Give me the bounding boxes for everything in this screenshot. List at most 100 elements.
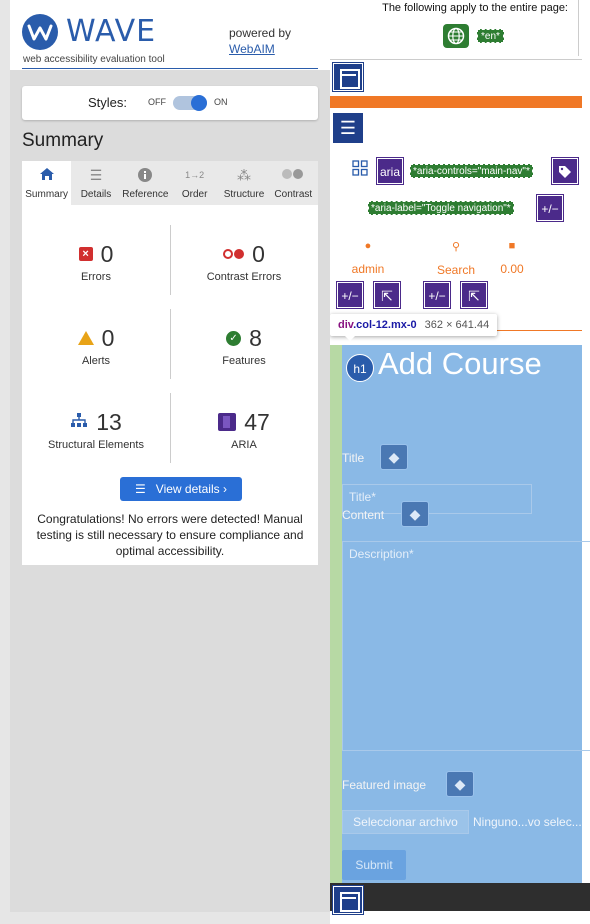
tab-label: Details (80, 189, 112, 200)
errors-count: 0 (100, 240, 114, 267)
structural-label: Structural Elements (48, 439, 144, 451)
orange-divider (496, 330, 582, 331)
nav-admin-link[interactable]: ● admin (346, 240, 390, 276)
page-footer (330, 883, 590, 911)
page-divider (330, 59, 582, 60)
error-icon: × (78, 247, 93, 261)
header-divider (22, 68, 318, 69)
expand-collapse-icon[interactable]: +/− (424, 282, 450, 308)
list-icon: ☰ (89, 167, 103, 183)
styles-toggle[interactable] (173, 95, 207, 111)
toggle-knob (191, 95, 207, 111)
tab-order[interactable]: 1→2 Order (170, 161, 219, 205)
highlight-padding (330, 345, 342, 883)
submit-button[interactable]: Submit (342, 850, 406, 880)
list-icon: ☰ (135, 482, 146, 496)
nav-cart-link[interactable]: ■ 0.00 (492, 240, 532, 276)
cart-icon: ■ (508, 240, 516, 252)
expand-collapse-icon[interactable]: +/− (537, 195, 563, 221)
tab-label: Order (181, 189, 208, 200)
page-heading: Add Course (378, 346, 542, 381)
nav-search-link[interactable]: ⚲ Search (434, 240, 478, 277)
tab-label: Structure (223, 189, 265, 200)
tab-reference[interactable]: Reference (121, 161, 170, 205)
description-textarea[interactable]: Description* (342, 541, 590, 751)
styles-label: Styles: (88, 95, 128, 110)
styles-off-label: OFF (148, 97, 166, 107)
nav-admin-label: admin (351, 262, 385, 276)
title-label: Title (342, 451, 365, 465)
structural-stat[interactable]: 13 Structural Elements (22, 408, 170, 452)
alert-icon (77, 331, 94, 345)
grid-menu-icon[interactable] (352, 160, 368, 181)
alerts-label: Alerts (81, 355, 111, 367)
tab-details[interactable]: ☰ Details (71, 161, 120, 205)
tab-label: Contrast (274, 189, 313, 200)
h1-icon[interactable]: h1 (346, 354, 374, 382)
tab-structure[interactable]: ⁂ Structure (219, 161, 268, 205)
user-icon: ● (364, 240, 372, 252)
tab-summary[interactable]: Summary (22, 161, 72, 205)
contrast-icon (269, 167, 318, 183)
external-link-icon[interactable]: ⇱ (374, 282, 400, 308)
nav-cart-total: 0.00 (500, 262, 524, 276)
wave-tabs: Summary ☰ Details Reference 1→2 Order ⁂ … (22, 161, 318, 205)
errors-label: Errors (81, 271, 111, 283)
expand-collapse-icon[interactable]: +/− (337, 282, 363, 308)
page-right-border (578, 0, 579, 56)
wave-logo-subtitle: web accessibility evaluation tool (23, 54, 165, 65)
view-details-label: View details › (155, 482, 227, 496)
order-icon: 1→2 (185, 170, 205, 180)
errors-stat[interactable]: × 0 Errors (22, 241, 170, 283)
contrast-error-icon (223, 249, 245, 259)
feature-icon: ✓ (226, 330, 242, 346)
congrats-message: Congratulations! No errors were detected… (36, 512, 304, 558)
alerts-count: 0 (101, 324, 115, 351)
search-icon: ⚲ (451, 241, 461, 253)
language-globe-icon[interactable] (443, 24, 469, 48)
contrast-errors-stat[interactable]: 0 Contrast Errors (170, 240, 318, 284)
features-label: Features (222, 355, 266, 367)
styles-toggle-box: Styles: OFF ON (22, 86, 318, 120)
label-tag-icon[interactable]: ◆ (446, 771, 474, 797)
features-count: 8 (249, 324, 262, 351)
view-details-button[interactable]: ☰ View details › (120, 477, 242, 501)
structure-icon (70, 412, 88, 432)
tooltip-tag: div (338, 319, 354, 331)
aria-icon[interactable]: aria (377, 158, 403, 184)
home-icon (22, 167, 71, 183)
features-stat[interactable]: ✓ 8 Features (170, 324, 318, 368)
page-apply-text: The following apply to the entire page: (382, 2, 568, 14)
structure-icon: ⁂ (236, 167, 251, 183)
structural-count: 13 (96, 408, 122, 435)
file-status-text: Ninguno...vo selec... (473, 815, 582, 829)
tab-contrast[interactable]: Contrast (269, 161, 318, 205)
lang-tag: *en* (477, 29, 504, 43)
navigation-region-icon[interactable]: ☰ (333, 113, 363, 143)
powered-by-label: powered by (229, 26, 292, 40)
footer-region-icon[interactable] (333, 886, 363, 914)
aria-stat[interactable]: 47 ARIA (170, 409, 318, 451)
tag-icon[interactable] (552, 158, 578, 184)
external-link-icon[interactable]: ⇱ (461, 282, 487, 308)
evaluated-page: The following apply to the entire page: … (330, 0, 590, 924)
tooltip-class: .col-12.mx-0 (353, 319, 417, 331)
contrast-errors-count: 0 (252, 240, 265, 267)
wave-sidebar: WAVE web accessibility evaluation tool p… (10, 0, 330, 912)
aria-icon (218, 413, 237, 431)
aria-count: 47 (244, 408, 270, 435)
label-tag-icon[interactable]: ◆ (380, 444, 408, 470)
wave-logo-icon (22, 14, 58, 50)
choose-file-button[interactable]: Seleccionar archivo (342, 810, 469, 834)
info-icon (121, 167, 170, 183)
aria-label-tag: *aria-label="Toggle navigation"* (368, 201, 514, 215)
element-inspect-tooltip: div.col-12.mx-0 362 × 641.44 (330, 314, 498, 341)
summary-panel: × 0 Errors 0 Contrast Errors 0 Alerts ✓ … (22, 205, 318, 565)
header-region-icon[interactable] (333, 63, 363, 91)
webaim-link[interactable]: WebAIM (229, 42, 275, 56)
alerts-stat[interactable]: 0 Alerts (22, 325, 170, 367)
nav-search-label: Search (436, 263, 476, 277)
label-tag-icon[interactable]: ◆ (401, 501, 429, 527)
tab-label: Summary (25, 189, 69, 200)
aria-label: ARIA (231, 439, 257, 451)
